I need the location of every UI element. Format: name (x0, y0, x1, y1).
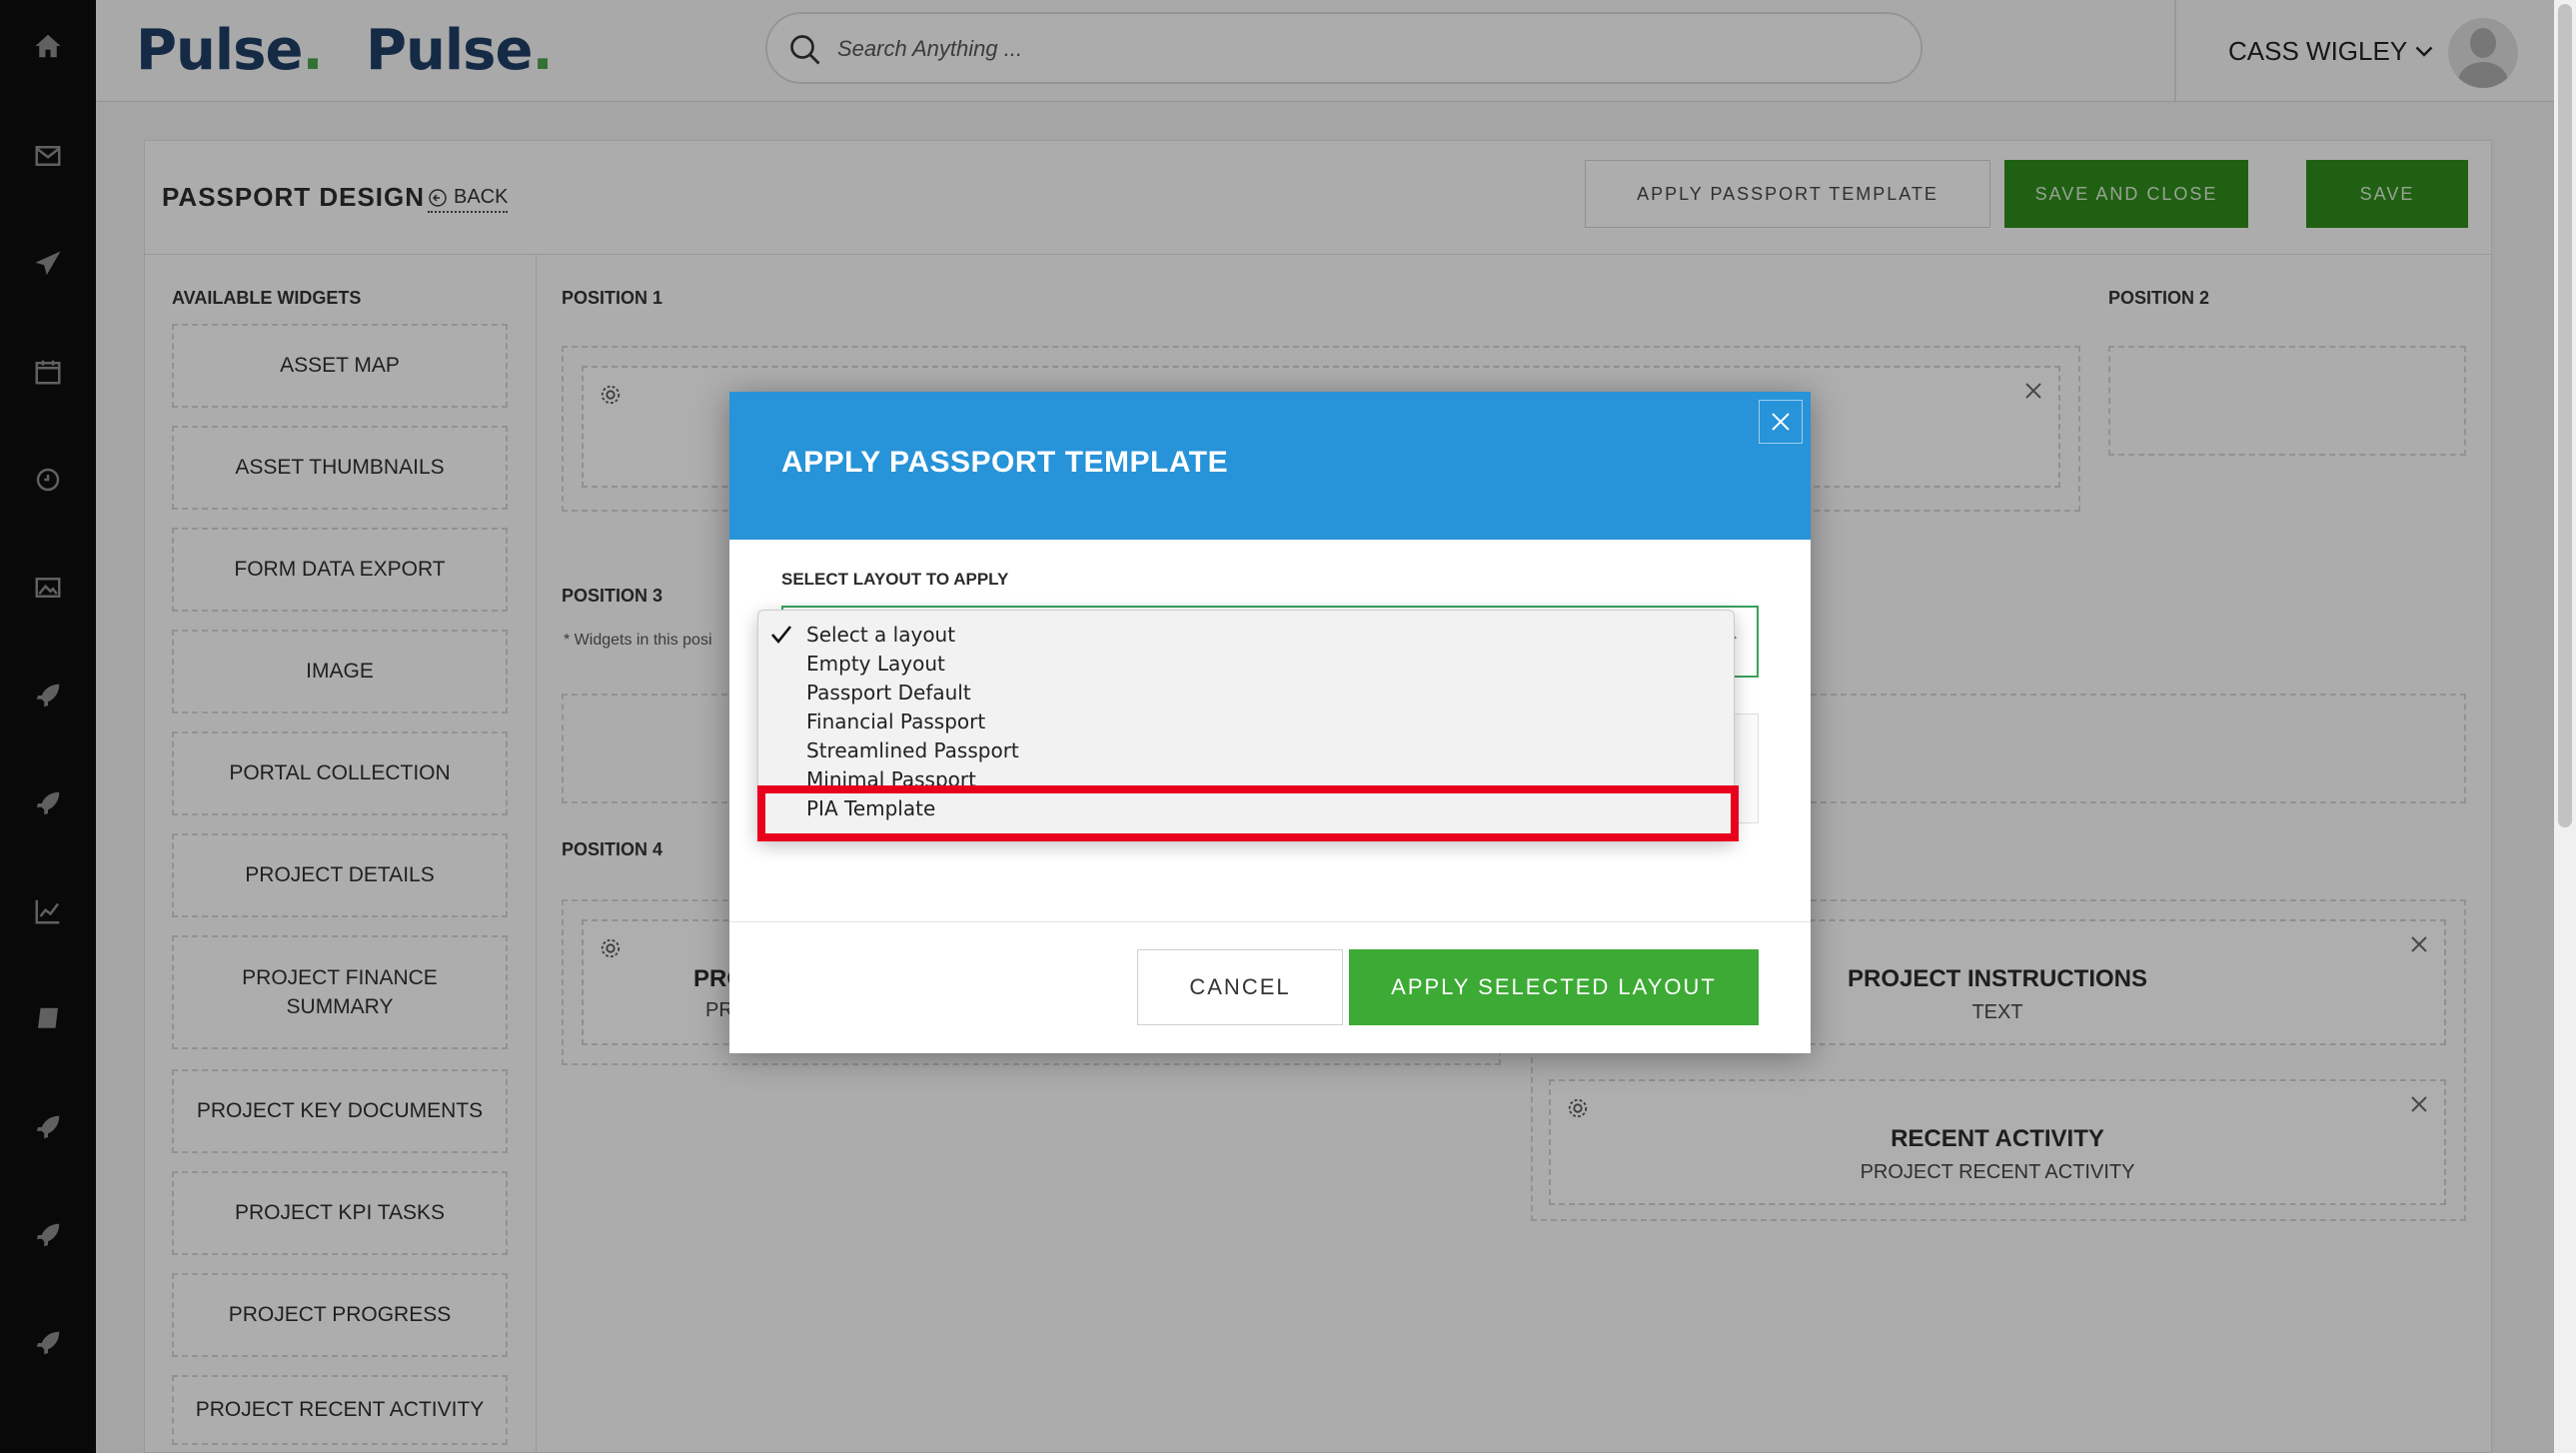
page-scrollbar[interactable] (2554, 0, 2576, 1453)
close-icon (1772, 413, 1790, 431)
layout-option-streamlined-passport[interactable]: Streamlined Passport (758, 736, 1734, 765)
select-layout-label: SELECT LAYOUT TO APPLY (781, 570, 1009, 589)
modal-title: APPLY PASSPORT TEMPLATE (781, 446, 1229, 479)
option-label: Financial Passport (806, 710, 986, 733)
modal-header: APPLY PASSPORT TEMPLATE (729, 392, 1811, 540)
layout-option-financial-passport[interactable]: Financial Passport (758, 708, 1734, 736)
scrollbar-thumb[interactable] (2558, 4, 2572, 827)
layout-option-select-a-layout[interactable]: Select a layout (758, 621, 1734, 650)
cancel-button[interactable]: CANCEL (1137, 949, 1343, 1025)
layout-option-passport-default[interactable]: Passport Default (758, 679, 1734, 708)
option-label: Passport Default (806, 681, 971, 705)
modal-close-button[interactable] (1759, 400, 1803, 444)
option-label: Streamlined Passport (806, 738, 1019, 762)
apply-selected-layout-button[interactable]: APPLY SELECTED LAYOUT (1349, 949, 1759, 1025)
option-label: Select a layout (806, 623, 956, 647)
option-label: Empty Layout (806, 652, 945, 676)
checkmark-icon (771, 626, 792, 645)
highlight-box (757, 785, 1739, 841)
layout-option-empty-layout[interactable]: Empty Layout (758, 650, 1734, 679)
divider (729, 921, 1811, 922)
